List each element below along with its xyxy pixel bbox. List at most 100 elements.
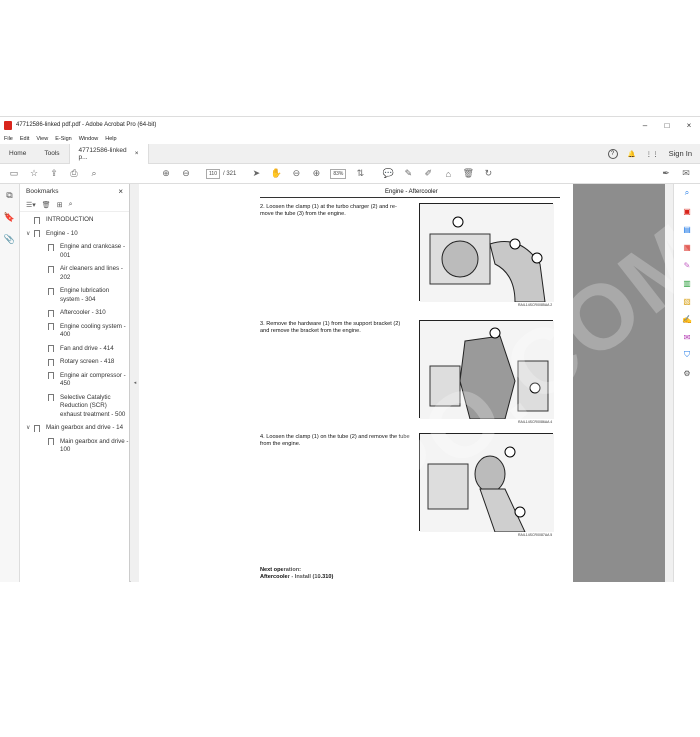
- save-icon[interactable]: ▭: [8, 168, 20, 180]
- stamp-icon[interactable]: ⌂: [442, 168, 454, 180]
- step-2-text: 2. Loosen the clamp (1) at the turbo cha…: [260, 204, 397, 217]
- right-tools-pane: ⌕ ▣ ▤ ▦ ✎ ▥ ▧ ✍ ✉ ⛉ ⚙: [673, 184, 700, 582]
- bookmark-item[interactable]: Air cleaners and lines - 202: [20, 265, 129, 282]
- bookmark-label: Engine - 10: [46, 229, 78, 237]
- upload-icon[interactable]: ⇪: [48, 168, 60, 180]
- delete-icon[interactable]: 🗑: [462, 168, 474, 180]
- help-icon[interactable]: ?: [607, 148, 618, 159]
- options-icon[interactable]: ☰▾: [26, 201, 36, 209]
- bookmark-icon: [48, 372, 54, 379]
- menu-file[interactable]: File: [4, 136, 13, 142]
- bookmark-icon: [34, 230, 40, 237]
- bookmark-label: Engine and crankcase - 001: [60, 243, 126, 259]
- zoom-in-icon[interactable]: ⊕: [310, 168, 322, 180]
- bookmark-icon: [34, 216, 40, 224]
- page-thumbnails-icon[interactable]: ⧉: [0, 184, 19, 206]
- vertical-scrollbar[interactable]: [665, 184, 673, 582]
- organize-pages-icon[interactable]: ▧: [674, 292, 700, 310]
- bookmark-item[interactable]: Engine lubrication system - 304: [20, 287, 129, 304]
- find-bookmark-icon[interactable]: ⌕: [69, 201, 73, 209]
- print-icon[interactable]: ⎙: [68, 168, 80, 180]
- create-pdf-icon[interactable]: ▣: [674, 202, 700, 220]
- fit-page-icon[interactable]: ⇅: [354, 168, 366, 180]
- rotate-icon[interactable]: ↻: [482, 168, 494, 180]
- comment-icon[interactable]: 💬: [382, 168, 394, 180]
- more-tools-icon[interactable]: ⚙: [674, 364, 700, 382]
- bookmark-icon: [48, 265, 54, 273]
- page-up-icon[interactable]: ⊕: [160, 168, 172, 180]
- send-review-icon[interactable]: ✉: [674, 328, 700, 346]
- tab-close-icon[interactable]: ×: [135, 150, 139, 157]
- step-3-text: 3. Remove the hardware (1) from the supp…: [260, 321, 401, 334]
- chevron-down-icon[interactable]: ∨: [26, 230, 34, 239]
- next-operation-link[interactable]: Aftercooler - Install (10.310): [260, 574, 333, 581]
- protect-icon[interactable]: ⛉: [674, 346, 700, 364]
- highlight-icon[interactable]: ✎: [402, 168, 414, 180]
- zoom-out-icon[interactable]: ⊖: [290, 168, 302, 180]
- menu-bar: File Edit View E-Sign Window Help: [0, 133, 700, 144]
- bookmark-item[interactable]: ∨ Engine - 10: [20, 230, 129, 239]
- draw-icon[interactable]: ✐: [422, 168, 434, 180]
- page-header: Engine - Aftercooler: [385, 189, 438, 195]
- page-down-icon[interactable]: ⊖: [180, 168, 192, 180]
- bookmark-item[interactable]: INTRODUCTION: [20, 216, 129, 225]
- bookmark-icon: [48, 345, 54, 352]
- hand-icon[interactable]: ✋: [270, 168, 282, 180]
- page-number-input[interactable]: 110: [206, 168, 220, 179]
- star-icon[interactable]: ☆: [28, 168, 40, 180]
- fill-sign-icon[interactable]: ✍: [674, 310, 700, 328]
- minimize-button[interactable]: –: [634, 121, 656, 130]
- search-tool-icon[interactable]: ⌕: [674, 184, 700, 202]
- maximize-button[interactable]: □: [656, 121, 678, 130]
- menu-view[interactable]: View: [36, 136, 48, 142]
- search-icon[interactable]: ⌕: [88, 168, 100, 180]
- bookmark-label: Main gearbox and drive - 14: [46, 424, 124, 431]
- tab-home[interactable]: Home: [0, 144, 35, 164]
- figure-1-caption: RAIL14SCR0085AA 2: [518, 303, 553, 307]
- apps-grid-icon[interactable]: ⋮⋮: [646, 150, 659, 158]
- page-total: / 321: [223, 170, 237, 177]
- tab-tools[interactable]: Tools: [35, 144, 68, 164]
- bookmark-item[interactable]: Aftercooler - 310: [20, 309, 129, 318]
- menu-edit[interactable]: Edit: [20, 136, 29, 142]
- close-window-button[interactable]: ×: [678, 121, 700, 130]
- edit-pdf-icon[interactable]: ▦: [674, 238, 700, 256]
- bookmark-label: INTRODUCTION: [46, 216, 94, 223]
- close-panel-icon[interactable]: ×: [118, 187, 123, 196]
- bell-icon[interactable]: 🔔: [628, 150, 636, 158]
- bookmark-panel-icon[interactable]: 🔖: [0, 206, 19, 228]
- menu-help[interactable]: Help: [105, 136, 116, 142]
- sign-icon[interactable]: ✒: [660, 168, 672, 180]
- delete-bookmark-icon[interactable]: 🗑: [42, 201, 51, 209]
- export-pdf-icon[interactable]: ▤: [674, 220, 700, 238]
- combine-files-icon[interactable]: ▥: [674, 274, 700, 292]
- bookmark-item[interactable]: Engine and crankcase - 001: [20, 243, 129, 260]
- bookmarks-title: Bookmarks: [26, 187, 59, 195]
- menu-window[interactable]: Window: [79, 136, 99, 142]
- panel-splitter[interactable]: ◂: [131, 184, 139, 582]
- bookmark-item[interactable]: ∨ Main gearbox and drive - 14: [20, 424, 129, 433]
- bookmark-label: Engine cooling system - 400: [60, 322, 126, 339]
- bookmark-item[interactable]: Selective Catalytic Reduction (SCR) exha…: [20, 394, 129, 420]
- new-bookmark-icon[interactable]: ⊞: [57, 201, 63, 209]
- mail-icon[interactable]: ✉: [680, 168, 692, 180]
- figure-2-caption: RAIL14SCR0086AA 4: [518, 420, 553, 424]
- tab-document[interactable]: 47712586-linked p... ×: [68, 143, 149, 164]
- sign-in-button[interactable]: Sign In: [669, 149, 692, 158]
- bookmark-item[interactable]: Engine air compressor - 450: [20, 372, 129, 389]
- left-nav-rail: ⧉ 🔖 📎: [0, 184, 20, 582]
- select-cursor-icon[interactable]: ➤: [250, 168, 262, 180]
- comment-tool-icon[interactable]: ✎: [674, 256, 700, 274]
- bookmark-tree: INTRODUCTION ∨ Engine - 10 Engine and crank…: [20, 212, 129, 455]
- bookmark-item[interactable]: Main gearbox and drive - 100: [20, 438, 129, 455]
- bookmark-item[interactable]: Rotary screen - 418: [20, 358, 129, 367]
- menu-esign[interactable]: E-Sign: [55, 136, 72, 142]
- bookmark-item[interactable]: Engine cooling system - 400: [20, 323, 129, 340]
- attachments-icon[interactable]: 📎: [0, 228, 19, 250]
- bookmark-icon: [48, 394, 54, 401]
- chevron-down-icon[interactable]: ∨: [26, 424, 34, 433]
- document-viewport[interactable]: Engine - Aftercooler 2. Loosen the clamp…: [139, 184, 665, 582]
- bookmark-item[interactable]: Fan and drive - 414: [20, 345, 129, 354]
- pdf-app-icon: [4, 120, 12, 130]
- zoom-select[interactable]: 83%: [330, 168, 347, 179]
